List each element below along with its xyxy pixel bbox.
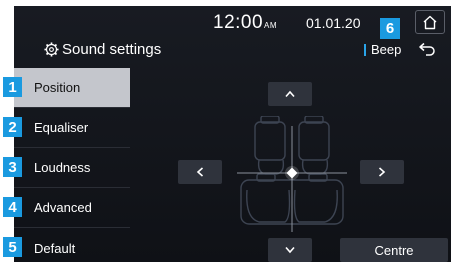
sidebar-item-label: Advanced — [34, 200, 92, 215]
down-button[interactable] — [268, 238, 312, 262]
sidebar-item-label: Default — [34, 240, 76, 256]
sidebar-item-position[interactable]: Position — [14, 68, 130, 108]
title-bar: Sound settings Beep — [14, 36, 451, 64]
home-button[interactable] — [415, 10, 445, 34]
date: 01.01.20 — [306, 15, 361, 31]
home-icon — [423, 15, 437, 29]
sidebar-menu: Position Equaliser Loudness Advanced Def… — [14, 68, 130, 262]
sidebar-item-loudness[interactable]: Loudness — [14, 148, 130, 188]
position-panel: Centre — [132, 64, 451, 262]
chevron-down-icon — [285, 246, 295, 254]
beep-indicator — [364, 44, 366, 56]
infotainment-screen: 12:00AM 01.01.20 Sound settings Beep Pos… — [14, 6, 451, 262]
callout-badge-4: 4 — [3, 197, 22, 217]
sidebar-item-default[interactable]: Default — [14, 228, 130, 262]
left-button[interactable] — [178, 160, 222, 184]
back-icon[interactable] — [418, 42, 436, 56]
chevron-up-icon — [285, 90, 295, 98]
callout-badge-2: 2 — [3, 117, 22, 137]
sidebar-item-label: Loudness — [34, 160, 91, 175]
callout-badge-6: 6 — [380, 18, 400, 39]
up-button[interactable] — [268, 82, 312, 106]
gear-icon — [44, 42, 59, 57]
sidebar-item-label: Equaliser — [34, 120, 89, 135]
callout-badge-1: 1 — [3, 77, 22, 97]
chevron-left-icon — [196, 167, 204, 177]
sidebar-item-advanced[interactable]: Advanced — [14, 188, 130, 228]
car-seats-diagram[interactable] — [237, 116, 347, 232]
callout-badge-5: 5 — [3, 237, 22, 257]
beep-toggle[interactable]: Beep — [371, 42, 401, 57]
sidebar-item-label: Position — [34, 80, 81, 95]
centre-button[interactable]: Centre — [340, 238, 448, 262]
sidebar-item-equaliser[interactable]: Equaliser — [14, 108, 130, 148]
callout-badge-3: 3 — [3, 157, 22, 177]
chevron-right-icon — [378, 167, 386, 177]
clock: 12:00AM — [213, 12, 277, 34]
clock-ampm: AM — [264, 21, 278, 30]
page-title: Sound settings — [62, 41, 162, 58]
right-button[interactable] — [360, 160, 404, 184]
clock-time: 12:00 — [213, 12, 264, 33]
